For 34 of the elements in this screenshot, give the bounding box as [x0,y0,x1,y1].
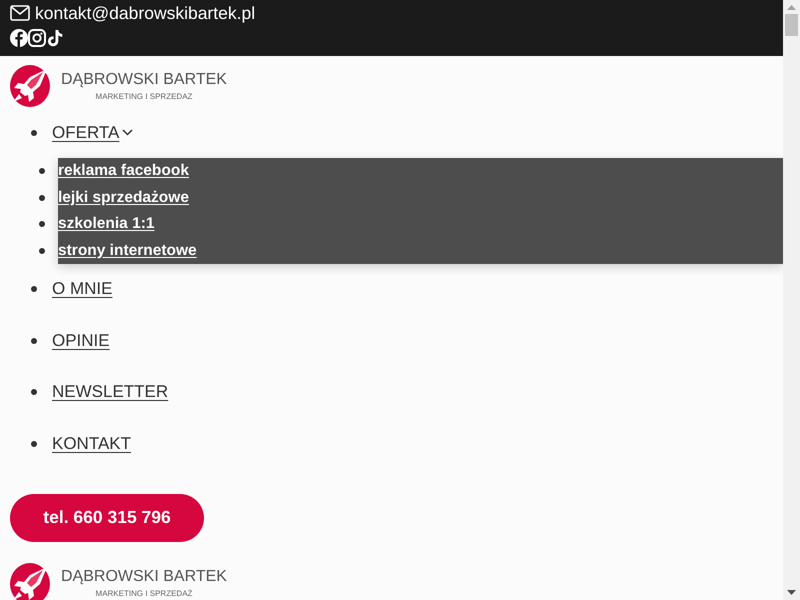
bullet-icon [31,440,37,446]
facebook-icon[interactable] [10,29,28,47]
logo-title: DĄBROWSKI BARTEK [61,568,227,586]
envelope-icon [10,5,30,21]
submenu-link[interactable]: szkolenia 1:1 [58,214,154,234]
logo-title: DĄBROWSKI BARTEK [61,70,227,88]
submenu-link[interactable]: strony internetowe [58,240,197,261]
nav-link[interactable]: O MNIE [52,278,112,300]
logo-subtitle: MARKETING I SPRZEDAŻ [96,589,192,599]
scrollbar[interactable] [783,0,800,600]
submenu-link[interactable]: lejki sprzedażowe [58,188,189,208]
submenu-link[interactable]: reklama facebook [58,161,189,182]
bullet-icon [31,389,37,395]
nav-link[interactable]: OPINIE [52,330,110,352]
bullet-icon [39,168,45,174]
bullet-icon [31,338,37,344]
logo-subtitle: MARKETING I SPRZEDAZ [96,92,192,102]
bullet-icon [31,286,37,292]
chevron-down-icon[interactable] [122,128,134,136]
bullet-icon [39,221,45,228]
tiktok-icon[interactable] [46,29,64,47]
nav-link[interactable]: OFERTA [52,122,120,144]
rocket-logo-icon [10,65,50,107]
instagram-icon[interactable] [28,29,46,47]
bullet-icon [39,194,45,201]
scrollbar-thumb[interactable] [785,14,798,36]
scroll-down-arrow-icon[interactable] [787,590,796,595]
email-link[interactable]: kontakt@dabrowskibartek.pl [35,3,256,23]
phone-button[interactable]: tel. 660 315 796 [10,494,204,542]
nav-link[interactable]: KONTAKT [52,432,132,454]
bullet-icon [39,248,45,254]
bullet-icon [31,130,37,136]
rocket-logo-icon [10,562,50,600]
nav-link[interactable]: NEWSLETTER [52,381,168,403]
